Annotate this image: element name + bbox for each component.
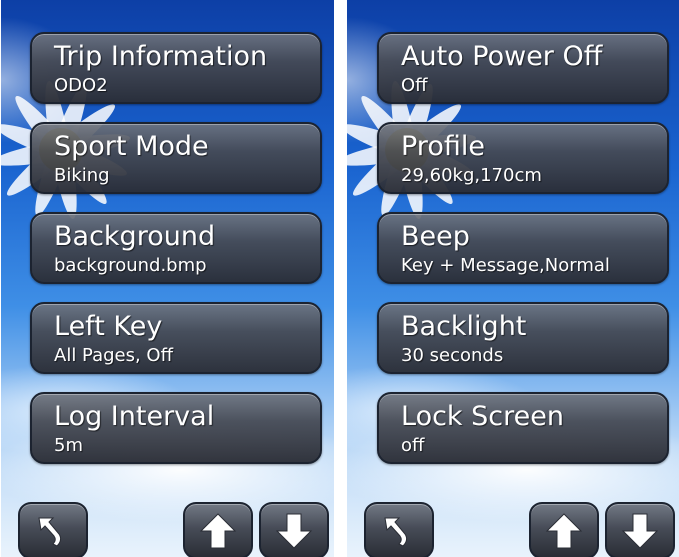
back-arrow-icon: [38, 517, 62, 547]
setting-title: Backlight: [401, 311, 527, 342]
setting-title: Profile: [401, 131, 485, 162]
setting-title: Sport Mode: [54, 131, 209, 162]
settings-screen-left: Trip Information ODO2 Sport Mode Biking …: [1, 0, 334, 557]
setting-sport-mode[interactable]: Sport Mode Biking: [30, 122, 322, 194]
setting-title: Lock Screen: [401, 401, 564, 432]
back-button[interactable]: [18, 502, 88, 557]
setting-title: Trip Information: [54, 41, 268, 72]
setting-auto-power-off[interactable]: Auto Power Off Off: [377, 32, 669, 104]
setting-value: Off: [401, 75, 428, 96]
arrow-down-icon: [275, 513, 313, 549]
setting-title: Auto Power Off: [401, 41, 603, 72]
setting-title: Left Key: [54, 311, 163, 342]
setting-backlight[interactable]: Backlight 30 seconds: [377, 302, 669, 374]
scroll-up-button[interactable]: [183, 502, 253, 557]
setting-value: background.bmp: [54, 255, 207, 276]
setting-lock-screen[interactable]: Lock Screen off: [377, 392, 669, 464]
scroll-down-button[interactable]: [259, 502, 329, 557]
setting-value: All Pages, Off: [54, 345, 174, 366]
scroll-down-button[interactable]: [605, 502, 675, 557]
arrow-down-icon: [621, 513, 659, 549]
setting-trip-information[interactable]: Trip Information ODO2: [30, 32, 322, 104]
back-button[interactable]: [364, 502, 434, 557]
setting-title: Log Interval: [54, 401, 215, 432]
setting-beep[interactable]: Beep Key + Message,Normal: [377, 212, 669, 284]
setting-value: 30 seconds: [401, 345, 504, 366]
back-arrow-icon: [384, 517, 408, 547]
setting-value: 5m: [54, 435, 83, 456]
arrow-up-icon: [199, 512, 237, 548]
setting-left-key[interactable]: Left Key All Pages, Off: [30, 302, 322, 374]
setting-value: ODO2: [54, 75, 108, 96]
setting-log-interval[interactable]: Log Interval 5m: [30, 392, 322, 464]
scroll-up-button[interactable]: [529, 502, 599, 557]
setting-title: Background: [54, 221, 216, 252]
setting-value: Biking: [54, 165, 110, 186]
setting-profile[interactable]: Profile 29,60kg,170cm: [377, 122, 669, 194]
setting-title: Beep: [401, 221, 470, 252]
setting-background[interactable]: Background background.bmp: [30, 212, 322, 284]
arrow-up-icon: [545, 512, 583, 548]
setting-value: off: [401, 435, 425, 456]
setting-value: Key + Message,Normal: [401, 255, 610, 276]
settings-screen-right: Auto Power Off Off Profile 29,60kg,170cm…: [347, 0, 679, 557]
setting-value: 29,60kg,170cm: [401, 165, 542, 186]
